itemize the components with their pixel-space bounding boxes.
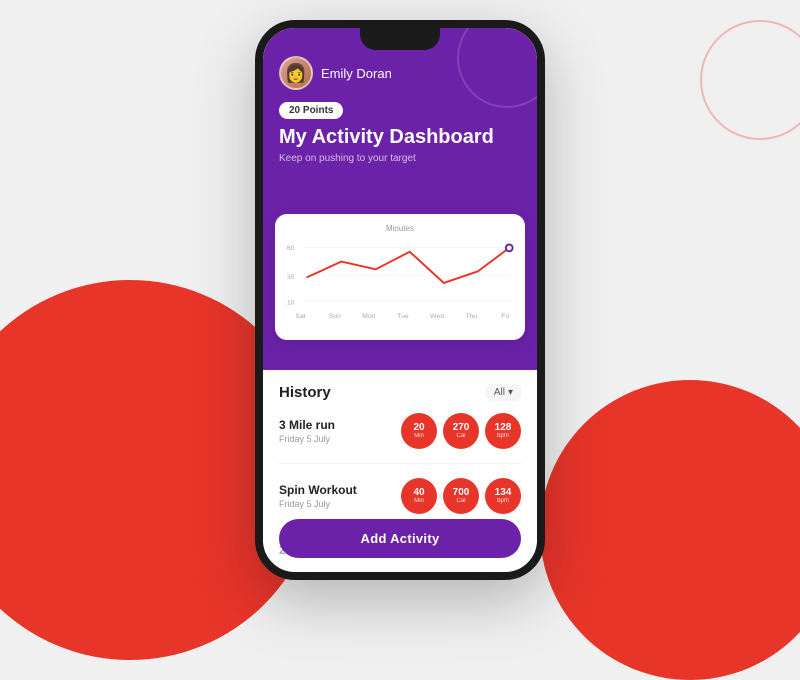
stat-circle-bpm: 134 bpm — [485, 478, 521, 514]
activity-name: 3 Mile run — [279, 418, 335, 432]
chevron-down-icon: ▾ — [508, 387, 513, 398]
chart-container: Minutes 60 30 10 — [275, 214, 525, 340]
activity-date: Friday 5 July — [279, 434, 335, 444]
activity-info: Spin Workout Friday 5 July — [279, 483, 357, 509]
header-section: 👩 Emily Doran 20 Points My Activity Dash… — [263, 28, 537, 224]
filter-button[interactable]: All ▾ — [486, 384, 521, 401]
stat-circle-min: 20 Min — [401, 413, 437, 449]
svg-text:10: 10 — [287, 299, 295, 306]
history-header: History All ▾ — [279, 384, 521, 401]
svg-text:Thu: Thu — [465, 313, 477, 320]
activity-name: Spin Workout — [279, 483, 357, 497]
add-activity-wrapper: Add Activity — [279, 519, 521, 558]
avatar-image: 👩 — [285, 63, 307, 84]
phone-notch — [360, 28, 440, 50]
svg-text:Tue: Tue — [397, 313, 409, 320]
user-name: Emily Doran — [321, 66, 392, 81]
chart-y-title: Minutes — [283, 224, 517, 233]
dashboard-subtitle: Keep on pushing to your target — [279, 153, 521, 164]
svg-text:60: 60 — [287, 245, 295, 252]
activity-info: 3 Mile run Friday 5 July — [279, 418, 335, 444]
svg-text:Fri: Fri — [501, 313, 509, 320]
chart-svg-wrapper: 60 30 10 — [283, 237, 517, 332]
bg-circle-top-right — [700, 20, 800, 140]
points-badge: 20 Points — [279, 102, 343, 119]
activity-date: Friday 5 July — [279, 499, 357, 509]
dashboard-title: My Activity Dashboard — [279, 125, 521, 149]
activity-item: 3 Mile run Friday 5 July 20 Min 270 Cal … — [279, 413, 521, 464]
stat-circle-bpm: 128 bpm — [485, 413, 521, 449]
svg-text:Sun: Sun — [329, 313, 341, 320]
add-activity-button[interactable]: Add Activity — [279, 519, 521, 558]
svg-text:Mon: Mon — [362, 313, 375, 320]
avatar: 👩 — [279, 56, 313, 90]
bg-shape-right — [540, 380, 800, 680]
stat-circle-min: 40 Min — [401, 478, 437, 514]
stat-circle-cal: 700 Cal — [443, 478, 479, 514]
svg-text:30: 30 — [287, 274, 295, 281]
history-title: History — [279, 384, 331, 401]
svg-text:Wed: Wed — [430, 313, 444, 320]
phone-content: 👩 Emily Doran 20 Points My Activity Dash… — [263, 28, 537, 572]
history-section: History All ▾ 3 Mile run Friday 5 July 2… — [263, 370, 537, 572]
phone-frame: 👩 Emily Doran 20 Points My Activity Dash… — [255, 20, 545, 580]
activity-stats: 20 Min 270 Cal 128 bpm — [401, 413, 521, 449]
activity-stats: 40 Min 700 Cal 134 bpm — [401, 478, 521, 514]
header-decorative-circle — [457, 28, 537, 108]
stat-circle-cal: 270 Cal — [443, 413, 479, 449]
svg-text:Sat: Sat — [295, 313, 305, 320]
